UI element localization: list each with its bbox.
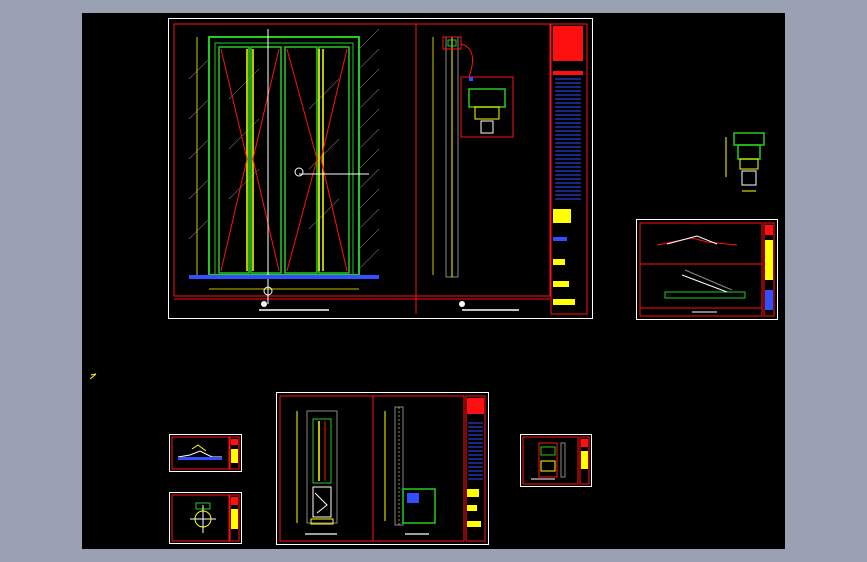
detail-b-drawing bbox=[171, 494, 240, 542]
detail-profile-small[interactable] bbox=[724, 127, 774, 197]
sheet-detail-c[interactable] bbox=[520, 434, 592, 487]
sheet-detail-a[interactable] bbox=[169, 434, 242, 472]
sheet-detail-b[interactable] bbox=[169, 492, 242, 544]
section-details-drawing bbox=[639, 222, 775, 317]
door-elevation-drawing bbox=[173, 23, 588, 315]
detail-c-drawing bbox=[522, 436, 590, 485]
sheet-right-section-details[interactable] bbox=[636, 219, 778, 320]
bottom-door-section-drawing bbox=[279, 395, 486, 542]
crosshair-cursor-icon bbox=[89, 373, 97, 380]
cad-model-space[interactable] bbox=[82, 13, 785, 549]
sheet-main-door-elevation[interactable] bbox=[168, 18, 593, 319]
sheet-bottom-door-section[interactable] bbox=[276, 392, 489, 545]
title-block-logo bbox=[553, 26, 583, 61]
detail-a-drawing bbox=[171, 436, 240, 470]
